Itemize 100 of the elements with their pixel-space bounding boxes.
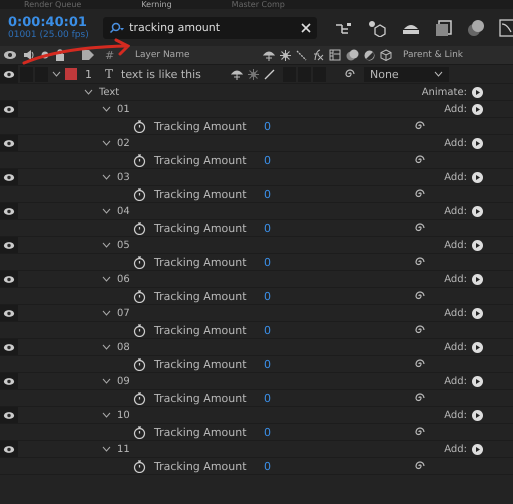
play-circle-icon[interactable] [472,86,483,98]
property-value[interactable]: 0 [264,120,414,132]
panel-tab[interactable]: Render Queue [24,0,82,9]
pick-whip-icon[interactable] [414,290,426,302]
property-value[interactable]: 0 [264,154,414,166]
chevron-down-icon[interactable] [52,71,61,77]
chevron-down-icon[interactable] [102,106,111,112]
visibility-toggle[interactable] [0,339,18,355]
chevron-down-icon[interactable] [102,446,111,452]
visibility-toggle[interactable] [0,441,18,457]
play-circle-icon[interactable] [472,308,483,318]
motion-blur-icon[interactable] [467,18,485,36]
stopwatch-icon[interactable] [133,188,146,200]
stopwatch-icon[interactable] [133,154,146,166]
visibility-toggle[interactable] [0,305,18,321]
visibility-toggle[interactable] [0,373,18,389]
stopwatch-icon[interactable] [133,222,146,234]
pick-whip-icon[interactable] [414,426,426,438]
chevron-down-icon[interactable] [84,89,93,95]
play-circle-icon[interactable] [472,274,483,284]
play-circle-icon[interactable] [472,104,483,114]
stopwatch-icon[interactable] [133,426,146,438]
pick-whip-icon[interactable] [414,358,426,370]
pick-whip-icon[interactable] [414,256,426,268]
pick-whip-icon[interactable] [344,68,356,80]
graph-editor-icon[interactable] [499,18,513,36]
panel-tab[interactable]: Master Comp [232,0,285,9]
timecode[interactable]: 0:00:40:01 [8,14,104,30]
property-value[interactable]: 0 [264,188,414,200]
property-value[interactable]: 0 [264,358,414,370]
chevron-down-icon[interactable] [102,276,111,282]
property-name: Tracking Amount [154,154,248,166]
play-circle-icon[interactable] [472,444,483,454]
layer-name[interactable]: text is like this [121,68,231,80]
property-name: Tracking Amount [154,120,248,132]
panel-tab[interactable]: Kerning [141,0,172,9]
property-name: Tracking Amount [154,222,248,234]
add-label: Add: [443,240,467,250]
stopwatch-icon[interactable] [133,290,146,302]
pick-whip-icon[interactable] [414,154,426,166]
visibility-toggle[interactable] [0,135,18,151]
pick-whip-icon[interactable] [414,324,426,336]
pick-whip-icon[interactable] [414,460,426,472]
property-value[interactable]: 0 [264,324,414,336]
stopwatch-icon[interactable] [133,358,146,370]
property-value[interactable]: 0 [264,256,414,268]
property-value[interactable]: 0 [264,290,414,302]
chevron-down-icon[interactable] [102,344,111,350]
visibility-toggle[interactable] [0,101,18,117]
play-circle-icon[interactable] [472,240,483,250]
property-value[interactable]: 0 [264,460,414,472]
chevron-down-icon[interactable] [102,140,111,146]
pick-whip-icon[interactable] [414,188,426,200]
property-value[interactable]: 0 [264,222,414,234]
play-circle-icon[interactable] [472,376,483,386]
chevron-down-icon[interactable] [102,378,111,384]
visibility-toggle[interactable] [0,237,18,253]
label-color-swatch[interactable] [65,68,77,80]
play-circle-icon[interactable] [472,172,483,182]
add-label: Add: [443,206,467,216]
close-icon[interactable] [301,22,311,32]
draft-3d-icon[interactable] [367,18,387,36]
pick-whip-icon[interactable] [414,222,426,234]
play-circle-icon[interactable] [472,342,483,352]
play-circle-icon[interactable] [472,138,483,148]
animator-name: 07 [117,308,131,318]
visibility-toggle[interactable] [0,65,18,83]
stopwatch-icon[interactable] [133,120,146,132]
play-circle-icon[interactable] [472,206,483,216]
pick-whip-icon[interactable] [414,120,426,132]
chevron-down-icon[interactable] [102,412,111,418]
parent-dropdown[interactable]: None [364,66,449,82]
search-input[interactable]: tracking amount [125,21,301,34]
quality-icon[interactable] [264,68,275,80]
chevron-down-icon[interactable] [102,242,111,248]
property-value[interactable]: 0 [264,426,414,438]
add-label: Add: [443,410,467,420]
chevron-down-icon[interactable] [102,174,111,180]
stopwatch-icon[interactable] [133,460,146,472]
chevron-down-icon[interactable] [102,208,111,214]
property-value[interactable]: 0 [264,392,414,404]
animator-name: 03 [117,172,131,182]
visibility-toggle[interactable] [0,169,18,185]
chevron-down-icon[interactable] [102,310,111,316]
add-label: Add: [443,138,467,148]
eye-icon [3,50,17,60]
stopwatch-icon[interactable] [133,392,146,404]
visibility-toggle[interactable] [0,271,18,287]
add-label: Add: [443,342,467,352]
add-label: Add: [443,172,467,182]
play-circle-icon[interactable] [472,410,483,420]
frame-blend-icon[interactable] [435,18,453,36]
visibility-toggle[interactable] [0,203,18,219]
stopwatch-icon[interactable] [133,256,146,268]
pick-whip-icon[interactable] [414,392,426,404]
sun-icon[interactable] [248,68,259,80]
stopwatch-icon[interactable] [133,324,146,336]
visibility-toggle[interactable] [0,407,18,423]
add-label: Add: [443,104,467,114]
search-field[interactable]: tracking amount [103,16,317,38]
